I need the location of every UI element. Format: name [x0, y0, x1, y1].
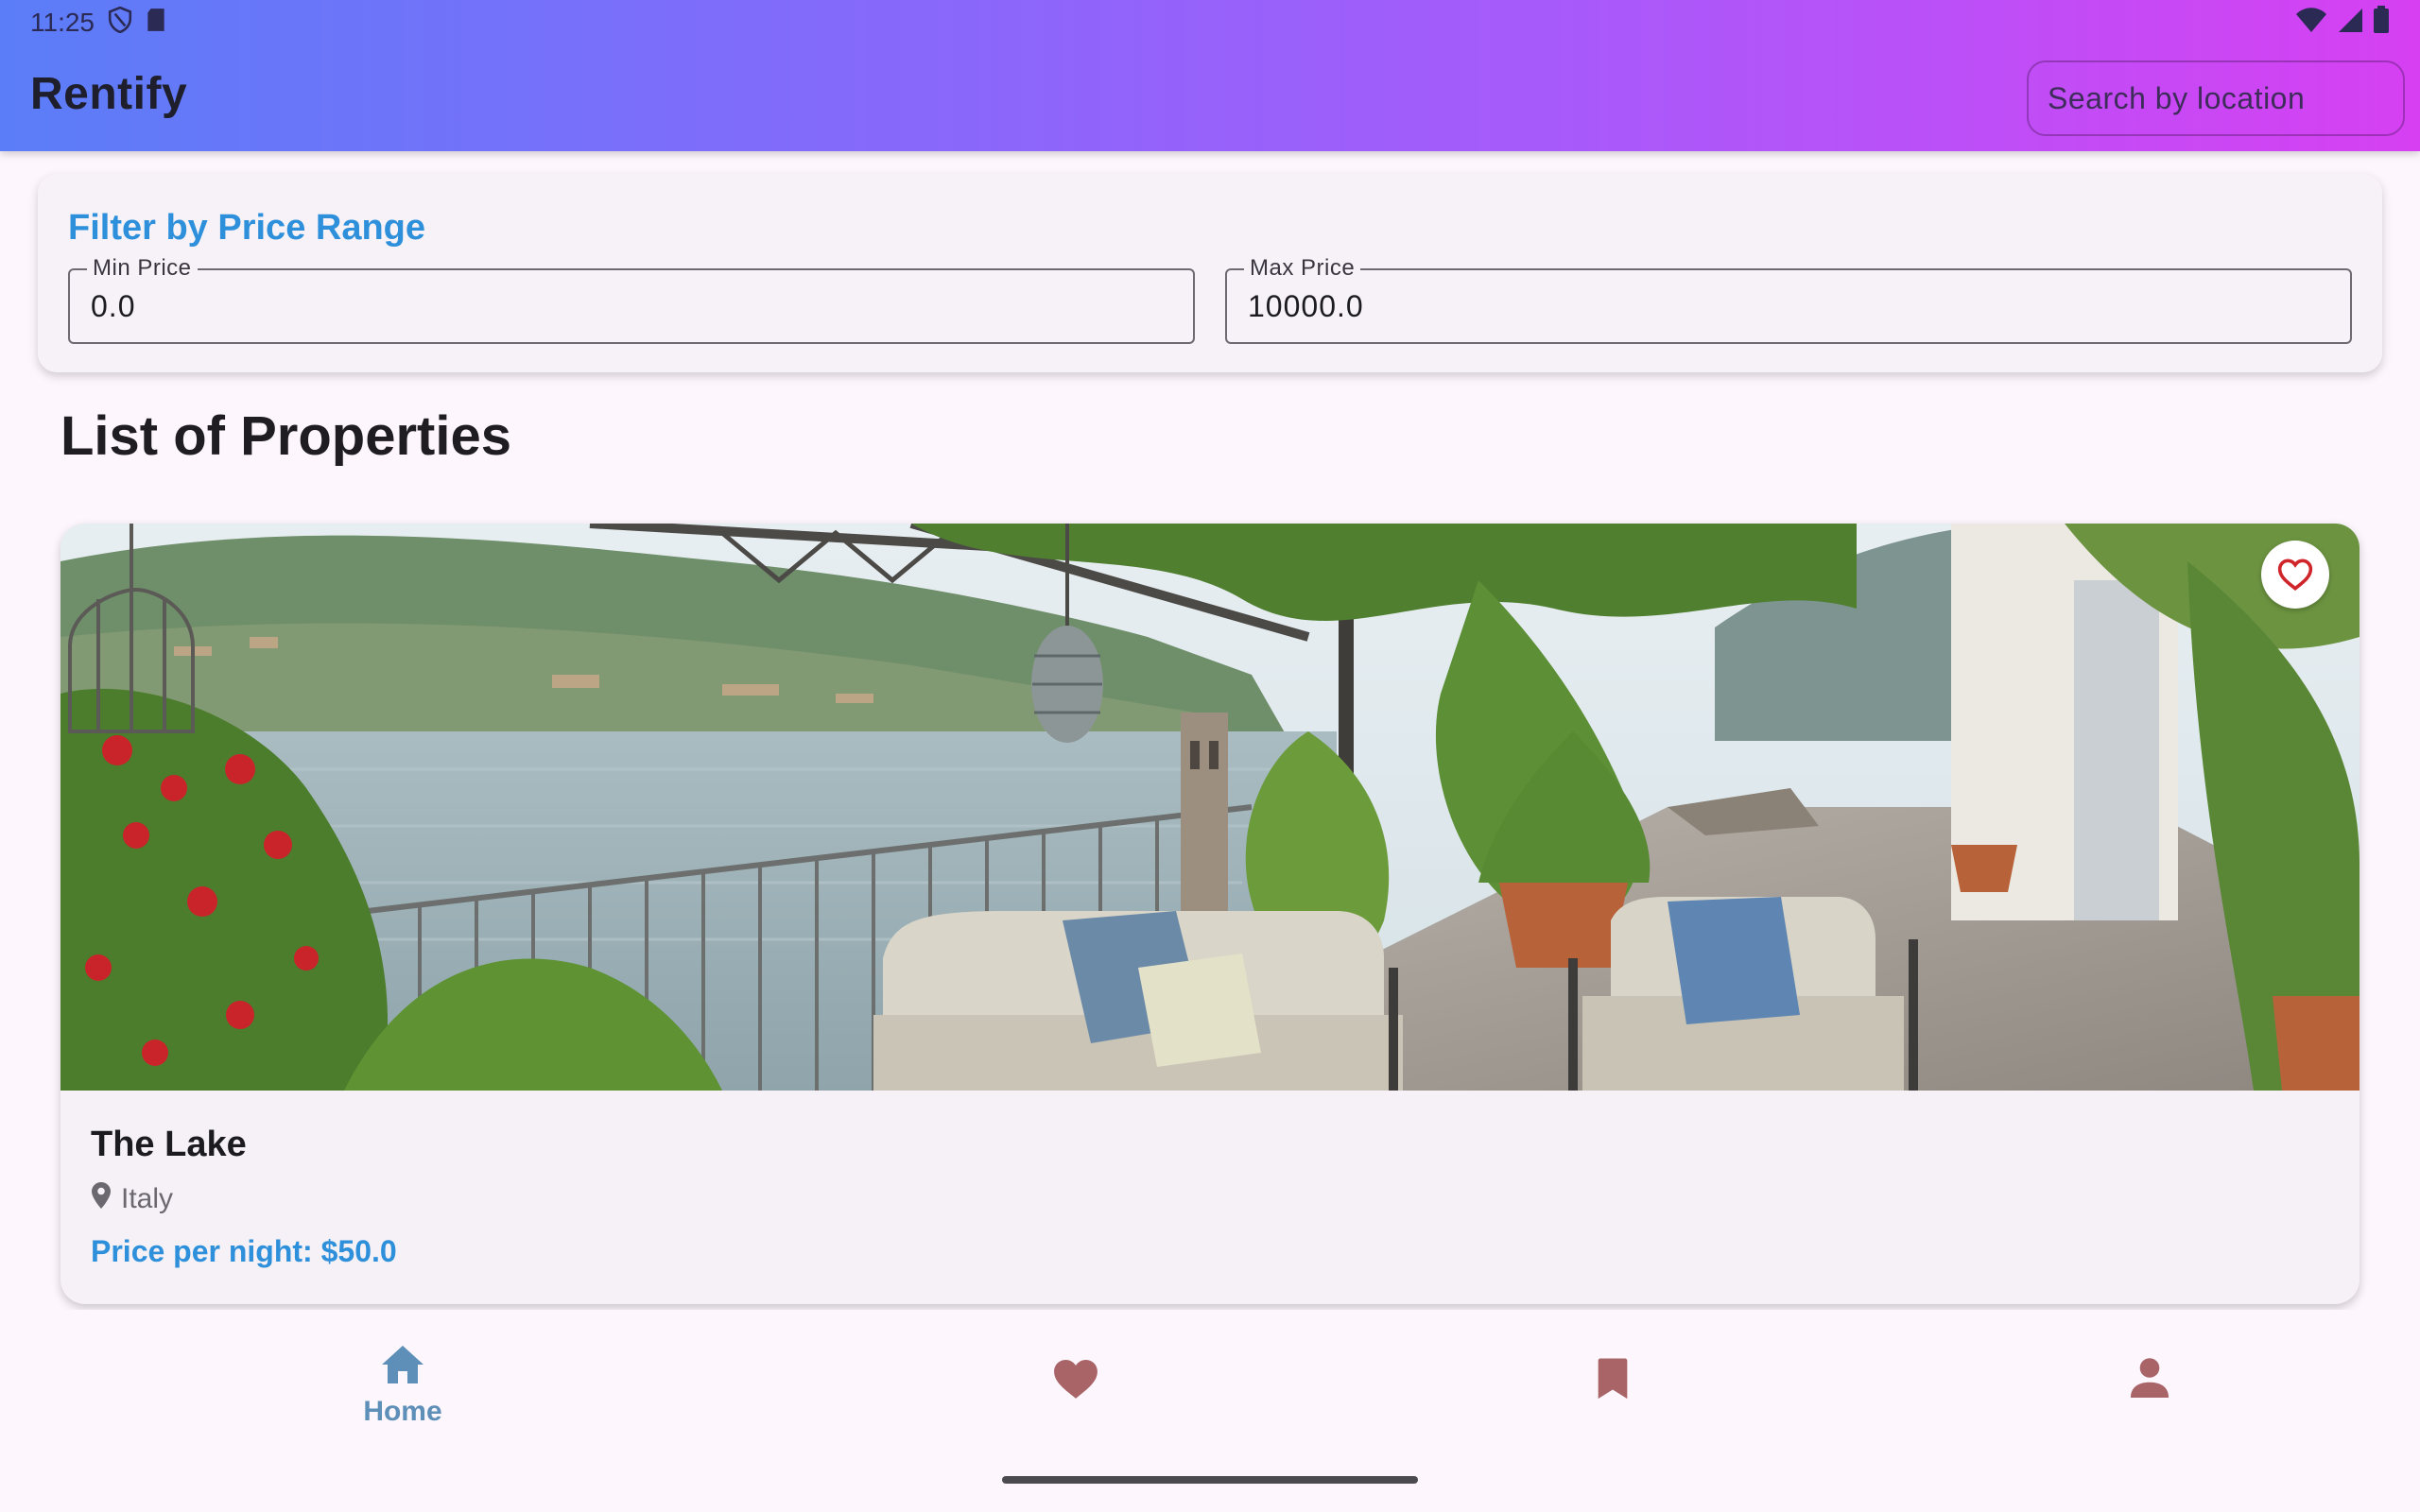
max-price-field[interactable]: Max Price [1225, 255, 2352, 344]
app-bar: 11:25 Rentify [0, 0, 2420, 151]
min-price-field[interactable]: Min Price [68, 255, 1195, 344]
max-price-label: Max Price [1244, 255, 1361, 282]
filter-title: Filter by Price Range [68, 208, 426, 248]
sd-card-icon [146, 8, 166, 39]
max-price-input[interactable] [1248, 287, 2288, 325]
min-price-input[interactable] [91, 287, 1131, 325]
nav-home[interactable]: Home [308, 1344, 497, 1448]
property-photo[interactable] [60, 524, 2360, 1091]
status-time: 11:25 [30, 8, 95, 37]
app-root: 11:25 Rentify Search by location Filter … [0, 0, 2420, 1512]
property-location: Italy [91, 1181, 173, 1217]
property-price: Price per night: $50.0 [91, 1234, 397, 1268]
property-card[interactable]: The Lake Italy Price per night: $50.0 [60, 524, 2360, 1304]
nav-home-label: Home [363, 1396, 442, 1427]
nav-profile[interactable] [2055, 1357, 2244, 1461]
heart-outline-icon [2276, 558, 2314, 592]
nav-favorites[interactable] [981, 1357, 1170, 1461]
price-filter-card: Filter by Price Range Min Price Max Pric… [38, 174, 2382, 372]
person-icon [2130, 1357, 2169, 1403]
wifi-icon [2295, 7, 2327, 40]
nav-bookmarks[interactable] [1518, 1357, 1707, 1461]
app-title: Rentify [30, 69, 188, 119]
home-icon [380, 1344, 425, 1390]
min-price-label: Min Price [87, 255, 198, 282]
battery-icon [2373, 5, 2390, 41]
cell-signal-icon [2337, 7, 2363, 40]
home-indicator-bar[interactable] [1002, 1476, 1418, 1484]
status-bar: 11:25 [0, 0, 2420, 45]
property-location-text: Italy [121, 1183, 174, 1214]
favorite-button[interactable] [2261, 541, 2329, 609]
bookmark-icon [1596, 1357, 1630, 1405]
shield-icon [108, 6, 132, 40]
section-title: List of Properties [60, 405, 511, 467]
search-input[interactable] [2048, 80, 2384, 116]
location-pin-icon [91, 1181, 112, 1217]
search-field[interactable] [2027, 60, 2405, 136]
property-name: The Lake [91, 1125, 247, 1164]
heart-icon [1052, 1357, 1099, 1405]
